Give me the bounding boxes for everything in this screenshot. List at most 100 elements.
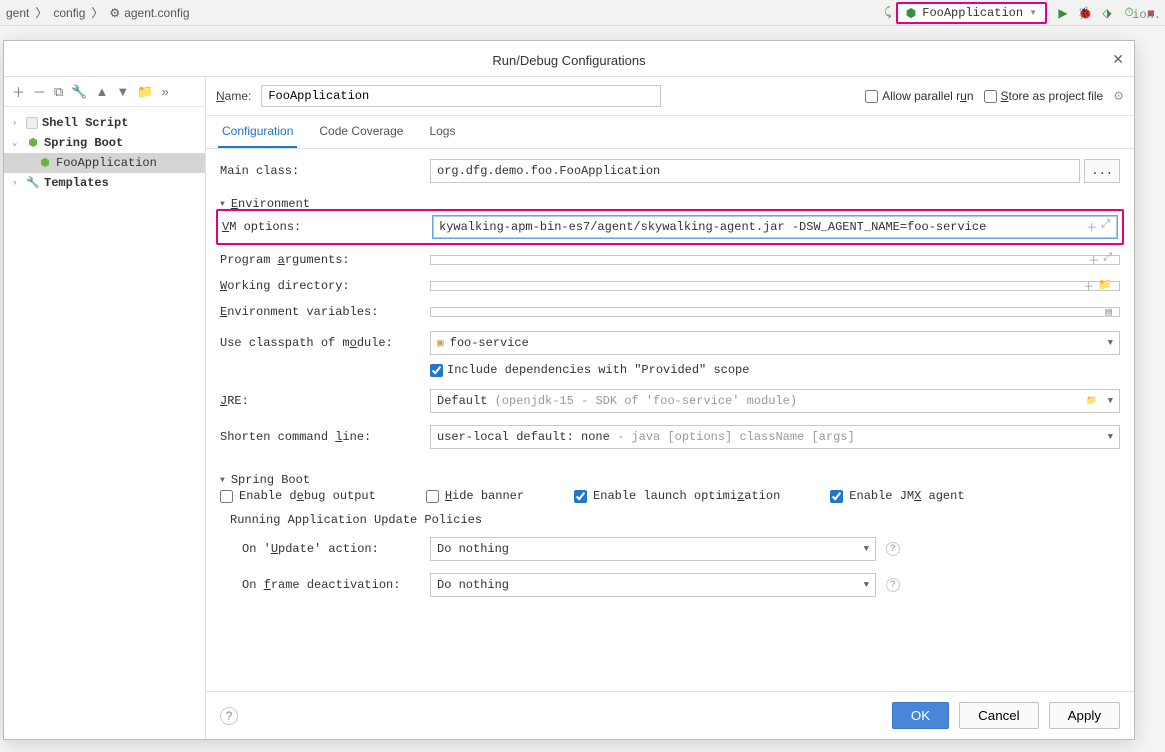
tree-node-templates[interactable]: › 🔧 Templates — [4, 173, 205, 193]
spring-boot-checkboxes: Enable debug output Hide banner Enable l… — [220, 489, 1120, 503]
section-title: Spring Boot — [231, 473, 310, 487]
shorten-label: Shorten command line: — [220, 430, 420, 444]
config-tabs: Configuration Code Coverage Logs — [206, 116, 1134, 149]
run-icon[interactable]: ▶ — [1055, 5, 1071, 21]
config-form-panel: NName:ame: Allow parallel run Store as p… — [206, 77, 1134, 739]
apply-button[interactable]: Apply — [1049, 702, 1120, 729]
tab-code-coverage[interactable]: Code Coverage — [315, 116, 407, 148]
jre-select[interactable]: Default (openjdk-15 - SDK of 'foo-servic… — [430, 389, 1120, 413]
name-input[interactable] — [261, 85, 661, 107]
close-icon[interactable]: ✕ — [1112, 51, 1124, 68]
module-icon: ▣ — [437, 336, 444, 350]
hide-banner-checkbox[interactable]: Hide banner — [426, 489, 524, 503]
tree-node-foo-application[interactable]: ⬢ FooApplication — [4, 153, 205, 173]
wrench-icon[interactable]: 🔧 — [71, 84, 87, 100]
allow-parallel-checkbox[interactable]: Allow parallel run — [865, 89, 973, 103]
shorten-cmdline-row: Shorten command line: user-local default… — [220, 425, 1120, 449]
enable-debug-checkbox[interactable]: Enable debug output — [220, 489, 376, 503]
environment-variables-row: Environment variables: ▤ — [220, 305, 1120, 319]
help-icon[interactable]: ? — [886, 542, 900, 556]
fullscreen-icon[interactable]: ⤢ — [1103, 252, 1112, 268]
checkbox[interactable] — [574, 490, 587, 503]
on-frame-label: On frame deactivation: — [220, 578, 420, 592]
chevron-down-icon: ▼ — [220, 476, 225, 485]
spring-boot-section-header[interactable]: ▼ Spring Boot — [220, 471, 1120, 489]
folder-move-icon[interactable]: 📁 — [137, 84, 153, 100]
tree-node-shell-script[interactable]: › Shell Script — [4, 113, 205, 133]
working-directory-input[interactable]: ＋ 📁 — [430, 281, 1120, 291]
remove-icon[interactable]: － — [33, 82, 46, 101]
include-provided-checkbox[interactable]: Include dependencies with "Provided" sco… — [430, 363, 749, 377]
checkbox[interactable] — [220, 490, 233, 503]
program-arguments-label: Program arguments: — [220, 253, 420, 267]
name-label: NName:ame: — [216, 89, 251, 103]
expand-icon[interactable]: ＋ — [1086, 219, 1097, 235]
working-directory-label: Working directory: — [220, 279, 420, 293]
on-frame-select[interactable]: Do nothing ▼ — [430, 573, 876, 597]
checkbox[interactable] — [830, 490, 843, 503]
tab-configuration[interactable]: Configuration — [218, 116, 297, 148]
config-tree-panel: ＋ － ⧉ 🔧 ▲ ▼ 📁 » › Shell Script ⌄ ⬢ Sprin — [4, 77, 206, 739]
chevron-down-icon: ▼ — [220, 200, 225, 209]
folder-icon[interactable]: 📁 — [1098, 278, 1112, 294]
help-button[interactable]: ? — [220, 707, 238, 725]
list-icon[interactable]: ▤ — [1105, 305, 1112, 319]
chevron-down-icon: ▼ — [1108, 338, 1113, 348]
spring-boot-icon: ⬢ — [38, 156, 52, 170]
classpath-select[interactable]: ▣ foo-service ▼ — [430, 331, 1120, 355]
store-project-checkbox[interactable]: Store as project file — [984, 89, 1104, 103]
checkbox[interactable] — [865, 90, 878, 103]
up-icon[interactable]: ▲ — [96, 84, 109, 99]
main-class-input[interactable]: org.dfg.demo.foo.FooApplication — [430, 159, 1080, 183]
chevron-down-icon: ▼ — [864, 580, 869, 590]
vm-options-label: VM options: — [222, 220, 422, 234]
coverage-icon[interactable]: ⬗ — [1099, 5, 1115, 21]
shell-script-icon — [26, 117, 38, 129]
tree-node-spring-boot[interactable]: ⌄ ⬢ Spring Boot — [4, 133, 205, 153]
tab-logs[interactable]: Logs — [425, 116, 459, 148]
tree-label: FooApplication — [56, 156, 157, 170]
cancel-button[interactable]: Cancel — [959, 702, 1039, 729]
checkbox-label: Enable debug output — [239, 489, 376, 503]
program-arguments-input[interactable]: ＋ ⤢ — [430, 255, 1120, 265]
run-debug-dialog: Run/Debug Configurations ✕ ＋ － ⧉ 🔧 ▲ ▼ 📁… — [3, 40, 1135, 740]
expand-icon[interactable]: » — [161, 84, 168, 99]
tree-label: Templates — [44, 176, 109, 190]
checkbox[interactable] — [426, 490, 439, 503]
breadcrumb-separator: 〉 — [33, 4, 49, 21]
update-policies-header: Running Application Update Policies — [230, 513, 1120, 527]
chevron-down-icon: 📁▼ — [1086, 396, 1113, 406]
on-update-select[interactable]: Do nothing ▼ — [430, 537, 876, 561]
expand-icon[interactable]: ＋ — [1088, 252, 1099, 268]
vm-options-input[interactable]: kywalking-apm-bin-es7/agent/skywalking-a… — [432, 215, 1118, 239]
checkbox-label: Include dependencies with "Provided" sco… — [447, 363, 749, 377]
browse-button[interactable]: ... — [1084, 159, 1120, 183]
checkbox[interactable] — [984, 90, 997, 103]
dialog-title-bar: Run/Debug Configurations ✕ — [4, 41, 1134, 77]
ok-button[interactable]: OK — [892, 702, 949, 729]
breadcrumb-separator: 〉 — [89, 4, 105, 21]
breadcrumb-item[interactable]: gent — [6, 6, 29, 20]
breadcrumb-item[interactable]: agent.config — [124, 6, 189, 20]
copy-icon[interactable]: ⧉ — [54, 84, 63, 100]
jmx-agent-checkbox[interactable]: Enable JMX agent — [830, 489, 964, 503]
config-tree: › Shell Script ⌄ ⬢ Spring Boot ⬢ FooAppl… — [4, 107, 205, 199]
templates-icon: 🔧 — [26, 176, 40, 190]
name-row: NName:ame: Allow parallel run Store as p… — [206, 77, 1134, 116]
fullscreen-icon[interactable]: ⤢ — [1101, 219, 1110, 235]
environment-variables-input[interactable]: ▤ — [430, 307, 1120, 317]
launch-optimization-checkbox[interactable]: Enable launch optimization — [574, 489, 780, 503]
debug-icon[interactable]: 🐞 — [1077, 5, 1093, 21]
gear-icon[interactable]: ⚙ — [1113, 89, 1124, 103]
expand-icon[interactable]: ＋ — [1083, 278, 1094, 294]
run-config-selector[interactable]: ⬢ FooApplication ▼ — [896, 2, 1047, 24]
build-icon[interactable]: ⤹ — [880, 5, 896, 21]
shorten-select[interactable]: user-local default: none - java [options… — [430, 425, 1120, 449]
down-icon[interactable]: ▼ — [116, 84, 129, 99]
checkbox[interactable] — [430, 364, 443, 377]
help-icon[interactable]: ? — [886, 578, 900, 592]
breadcrumb-item[interactable]: config — [53, 6, 85, 20]
add-icon[interactable]: ＋ — [12, 82, 25, 101]
config-file-icon: ⚙ — [109, 6, 120, 20]
checkbox-label: Enable JMX agent — [849, 489, 964, 503]
